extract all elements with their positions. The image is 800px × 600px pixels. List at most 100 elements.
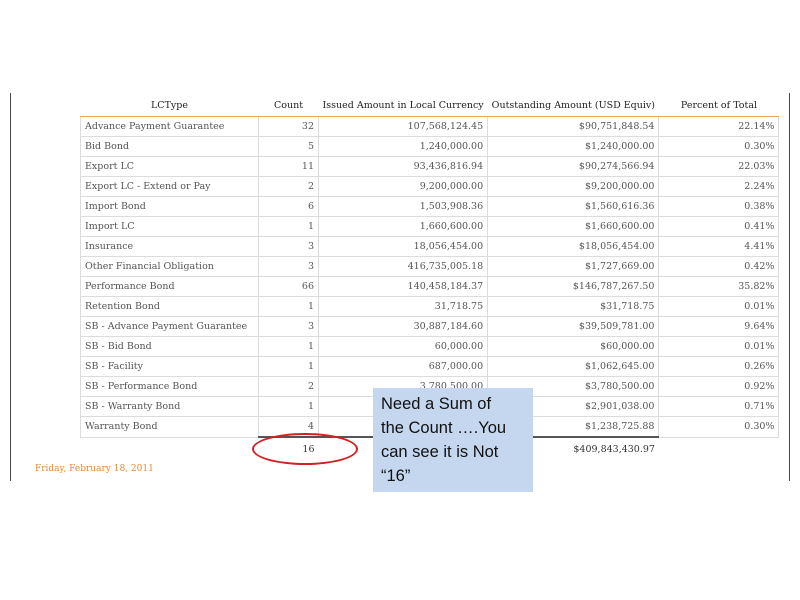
header-percent-of-total[interactable]: Percent of Total xyxy=(658,94,779,117)
cell-count: 3 xyxy=(258,236,319,257)
cell-count: 66 xyxy=(258,276,319,297)
cell-outstanding-amount: $1,560,616.36 xyxy=(487,196,660,217)
cell-percent: 0.30% xyxy=(658,136,780,157)
table-row[interactable]: Insurance 3 18,056,454.00 $18,056,454.00 4.4… xyxy=(80,236,780,257)
cell-lctype: Insurance xyxy=(80,236,259,257)
cell-percent: 22.14% xyxy=(658,116,780,137)
cell-outstanding-amount: $60,000.00 xyxy=(487,336,660,357)
cell-outstanding-amount: $90,751,848.54 xyxy=(487,116,660,137)
cell-lctype: SB - Warranty Bond xyxy=(80,396,259,417)
cell-lctype: Export LC - Extend or Pay xyxy=(80,176,259,197)
cell-outstanding-amount: $146,787,267.50 xyxy=(487,276,660,297)
cell-issued-amount: 1,503,908.36 xyxy=(317,196,489,217)
cell-outstanding-amount: $90,274,566.94 xyxy=(487,156,660,177)
cell-issued-amount: 30,887,184.60 xyxy=(317,316,489,337)
cell-outstanding-amount: $9,200,000.00 xyxy=(487,176,660,197)
cell-percent: 0.01% xyxy=(658,296,780,317)
total-label-cell xyxy=(81,437,259,460)
report-frame-left-border xyxy=(10,93,11,481)
table-row[interactable]: Other Financial Obligation 3 416,735,005.1… xyxy=(80,256,780,277)
cell-percent: 0.41% xyxy=(658,216,780,237)
table-row[interactable]: Import LC 1 1,660,600.00 $1,660,600.00 0.41% xyxy=(80,216,780,237)
cell-lctype: Import LC xyxy=(80,216,259,237)
cell-percent: 9.64% xyxy=(658,316,780,337)
cell-percent: 0.92% xyxy=(658,376,780,397)
cell-outstanding-amount: $1,727,669.00 xyxy=(487,256,660,277)
table-row[interactable]: SB - Advance Payment Guarantee 3 30,887,18… xyxy=(80,316,780,337)
table-row[interactable]: Export LC - Extend or Pay 2 9,200,000.00 $9… xyxy=(80,176,780,197)
table-row[interactable]: Import Bond 6 1,503,908.36 $1,560,616.36 0.3… xyxy=(80,196,780,217)
cell-percent: 4.41% xyxy=(658,236,780,257)
cell-percent: 22.03% xyxy=(658,156,780,177)
report-frame-right-border xyxy=(789,93,790,481)
cell-count: 1 xyxy=(258,356,319,377)
cell-outstanding-amount: $1,240,000.00 xyxy=(487,136,660,157)
cell-percent: 0.01% xyxy=(658,336,780,357)
cell-percent: 0.26% xyxy=(658,356,780,377)
cell-issued-amount: 93,436,816.94 xyxy=(317,156,489,177)
cell-count: 5 xyxy=(258,136,319,157)
table-row[interactable]: Export LC 11 93,436,816.94 $90,274,566.94 22… xyxy=(80,156,780,177)
table-row[interactable]: Performance Bond 66 140,458,184.37 $146,787… xyxy=(80,276,780,297)
cell-count: 2 xyxy=(258,176,319,197)
cell-percent: 2.24% xyxy=(658,176,780,197)
cell-outstanding-amount: $18,056,454.00 xyxy=(487,236,660,257)
callout-line: “16” xyxy=(381,467,411,485)
cell-issued-amount: 31,718.75 xyxy=(317,296,489,317)
cell-lctype: SB - Performance Bond xyxy=(80,376,259,397)
cell-percent: 0.71% xyxy=(658,396,780,417)
cell-count: 32 xyxy=(258,116,319,137)
table-row[interactable]: SB - Facility 1 687,000.00 $1,062,645.00 0.2… xyxy=(80,356,780,377)
cell-percent: 0.30% xyxy=(658,416,780,438)
cell-count: 1 xyxy=(258,296,319,317)
cell-issued-amount: 416,735,005.18 xyxy=(317,256,489,277)
cell-lctype: Warranty Bond xyxy=(80,416,259,438)
cell-outstanding-amount: $39,509,781.00 xyxy=(487,316,660,337)
cell-count: 1 xyxy=(258,216,319,237)
cell-lctype: SB - Advance Payment Guarantee xyxy=(80,316,259,337)
cell-issued-amount: 1,240,000.00 xyxy=(317,136,489,157)
cell-lctype: Import Bond xyxy=(80,196,259,217)
cell-count: 2 xyxy=(258,376,319,397)
cell-issued-amount: 107,568,124.45 xyxy=(317,116,489,137)
cell-count: 6 xyxy=(258,196,319,217)
header-issued-amount[interactable]: Issued Amount in Local Currency xyxy=(318,94,488,117)
cell-issued-amount: 60,000.00 xyxy=(317,336,489,357)
cell-outstanding-amount: $31,718.75 xyxy=(487,296,660,317)
report-date: Friday, February 18, 2011 xyxy=(35,464,154,474)
total-percent-cell xyxy=(659,437,779,460)
highlight-oval xyxy=(252,433,358,465)
cell-issued-amount: 1,660,600.00 xyxy=(317,216,489,237)
cell-issued-amount: 140,458,184.37 xyxy=(317,276,489,297)
cell-percent: 35.82% xyxy=(658,276,780,297)
table-row[interactable]: Bid Bond 5 1,240,000.00 $1,240,000.00 0.30% xyxy=(80,136,780,157)
cell-outstanding-amount: $1,660,600.00 xyxy=(487,216,660,237)
annotation-callout: Need a Sum of the Count ….You can see it… xyxy=(373,388,533,492)
table-header-row: LCType Count Issued Amount in Local Curr… xyxy=(80,94,779,117)
cell-lctype: Bid Bond xyxy=(80,136,259,157)
cell-lctype: Export LC xyxy=(80,156,259,177)
cell-count: 11 xyxy=(258,156,319,177)
cell-lctype: SB - Bid Bond xyxy=(80,336,259,357)
header-count[interactable]: Count xyxy=(258,94,319,117)
cell-percent: 0.42% xyxy=(658,256,780,277)
table-row[interactable]: Retention Bond 1 31,718.75 $31,718.75 0.01% xyxy=(80,296,780,317)
cell-issued-amount: 687,000.00 xyxy=(317,356,489,377)
cell-lctype: Other Financial Obligation xyxy=(80,256,259,277)
callout-line: the Count ….You xyxy=(381,419,507,437)
cell-percent: 0.38% xyxy=(658,196,780,217)
cell-count: 3 xyxy=(258,316,319,337)
header-outstanding-amount[interactable]: Outstanding Amount (USD Equiv) xyxy=(487,94,659,117)
cell-lctype: Retention Bond xyxy=(80,296,259,317)
cell-issued-amount: 18,056,454.00 xyxy=(317,236,489,257)
callout-line: can see it is Not xyxy=(381,443,499,461)
cell-lctype: Advance Payment Guarantee xyxy=(80,116,259,137)
table-row[interactable]: Advance Payment Guarantee 32 107,568,124.4… xyxy=(80,116,780,137)
callout-line: Need a Sum of xyxy=(381,395,492,413)
cell-lctype: Performance Bond xyxy=(80,276,259,297)
table-row[interactable]: SB - Bid Bond 1 60,000.00 $60,000.00 0.01% xyxy=(80,336,780,357)
header-lctype[interactable]: LCType xyxy=(80,94,259,117)
cell-count: 3 xyxy=(258,256,319,277)
cell-outstanding-amount: $1,062,645.00 xyxy=(487,356,660,377)
cell-issued-amount: 9,200,000.00 xyxy=(317,176,489,197)
